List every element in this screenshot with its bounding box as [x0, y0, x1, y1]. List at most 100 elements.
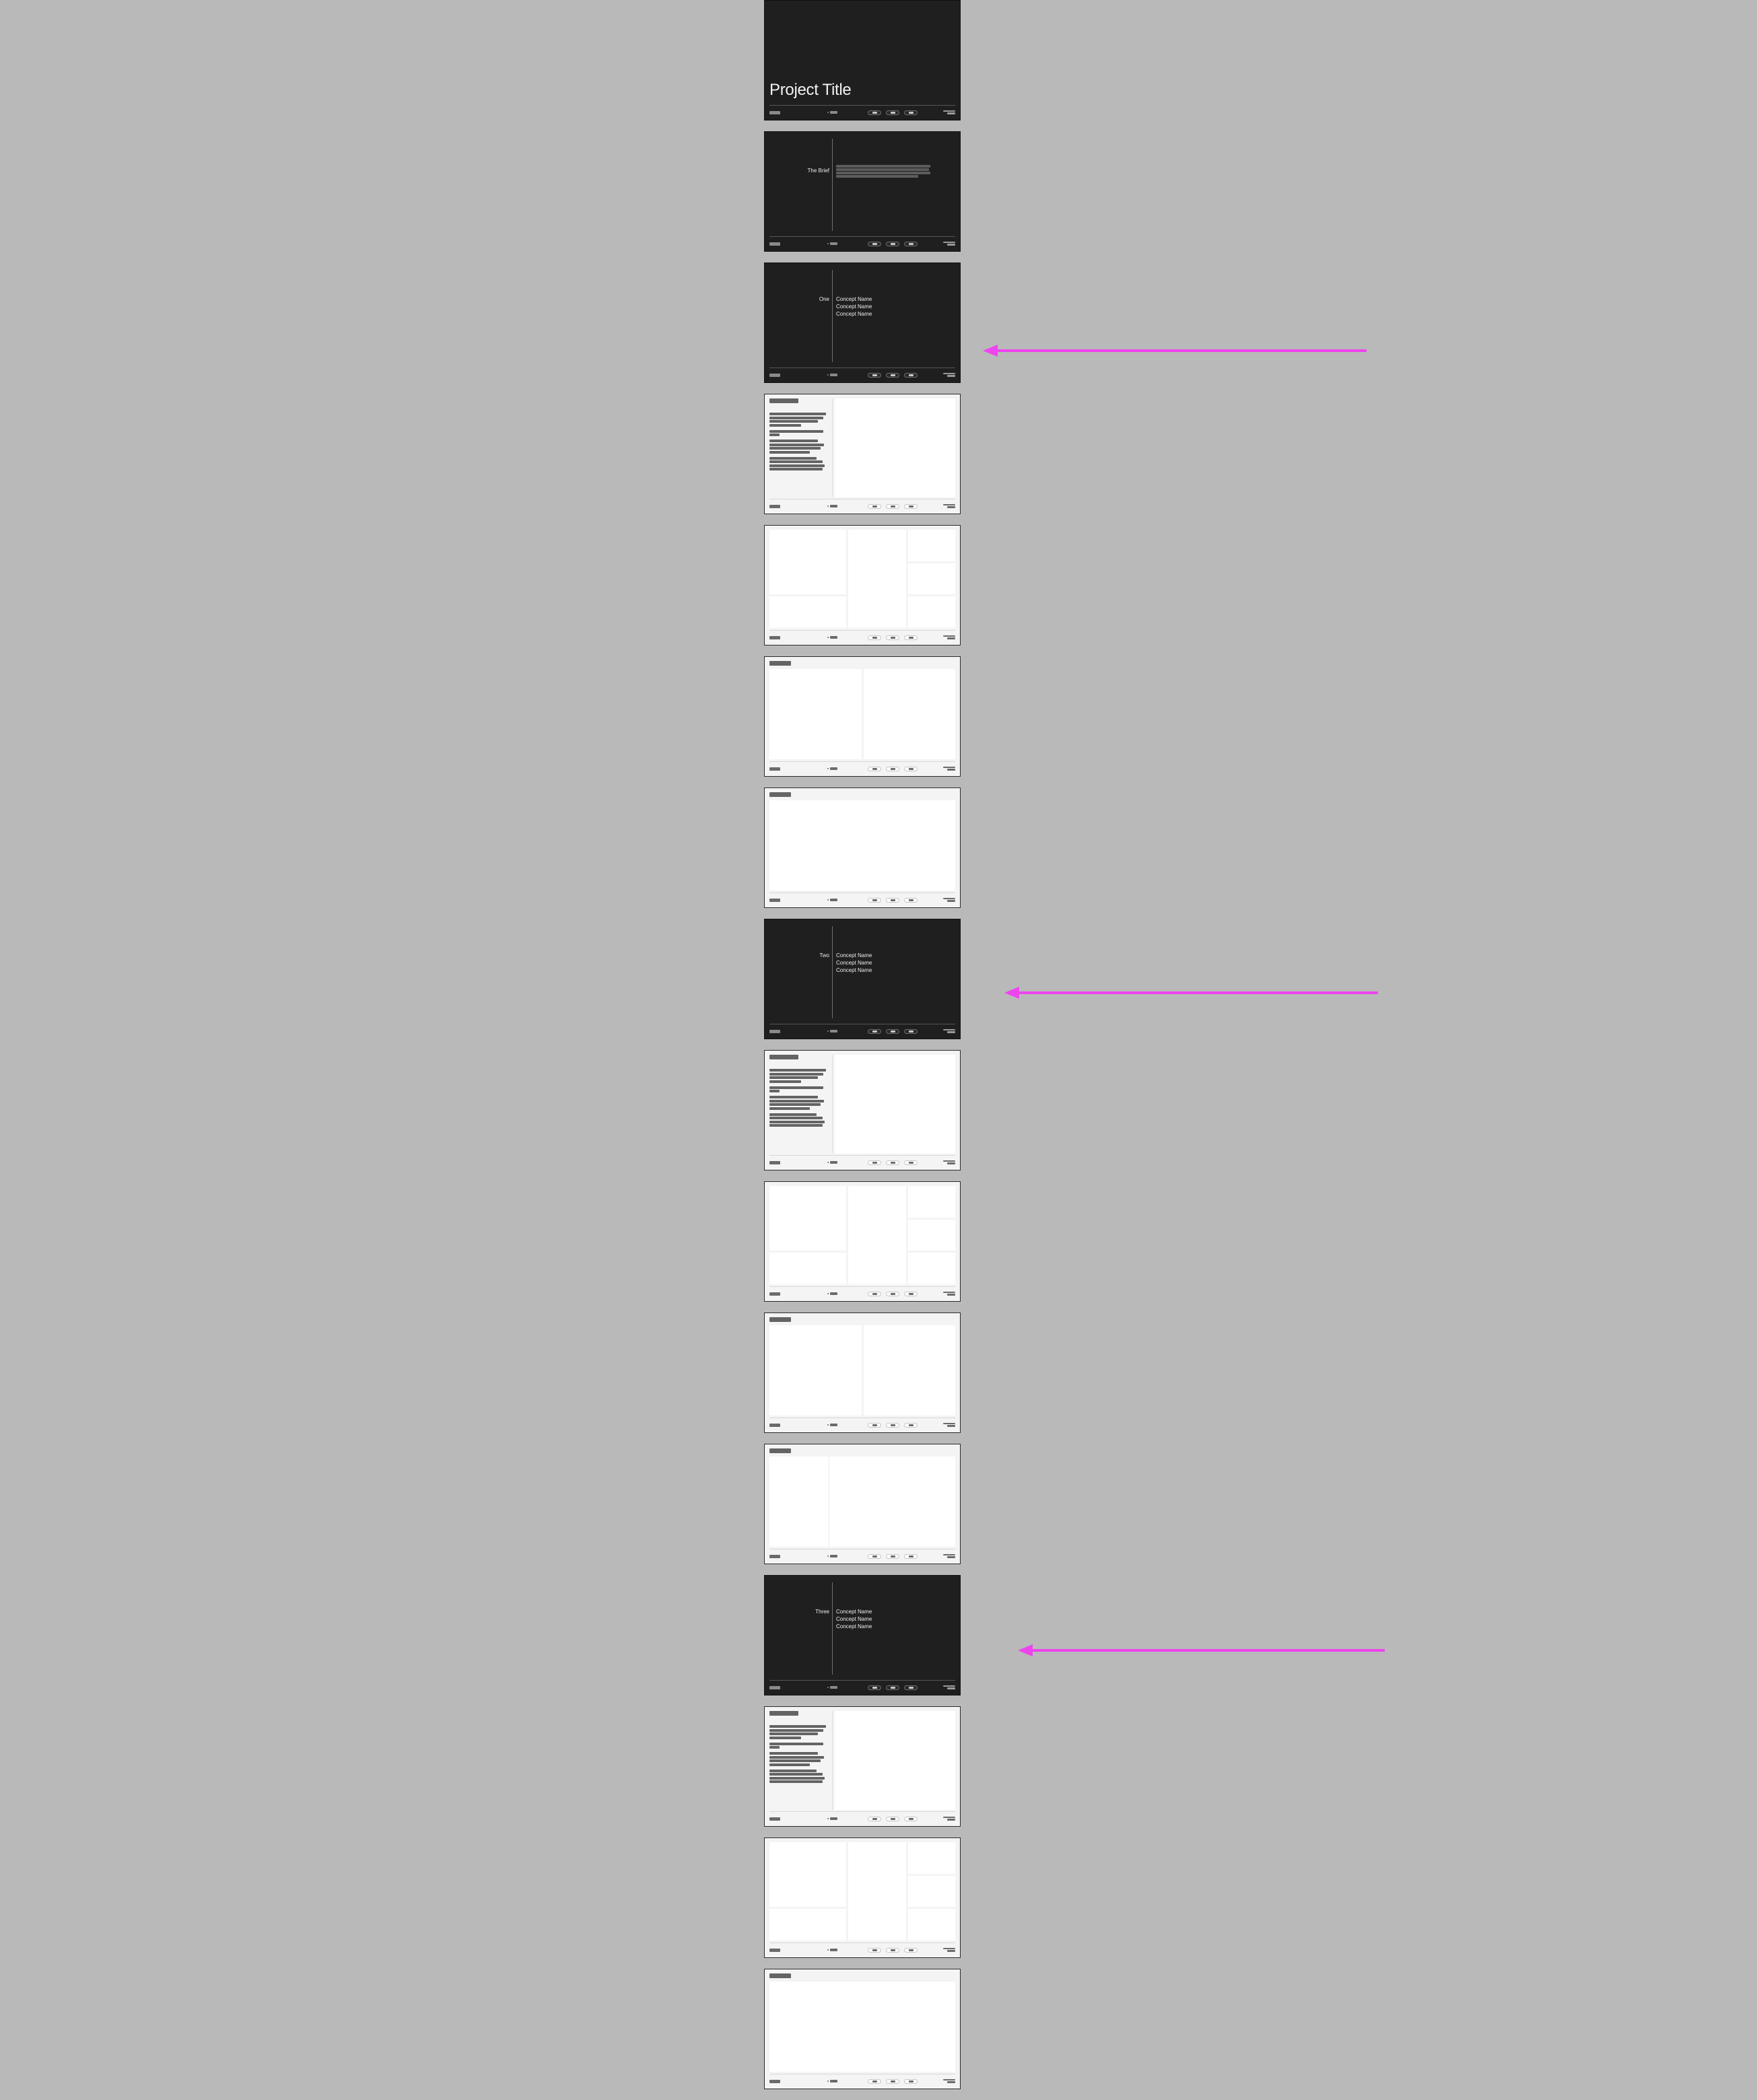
mosaic-cell[interactable] — [769, 530, 846, 595]
nav-pill-3[interactable] — [904, 110, 918, 115]
nav-pill-2[interactable] — [886, 1029, 899, 1034]
content-panel[interactable] — [835, 1711, 955, 1810]
nav-pill-3[interactable] — [904, 767, 918, 771]
nav-pill-3[interactable] — [904, 2079, 918, 2084]
nav-pill-1[interactable] — [868, 373, 881, 378]
mosaic-cell[interactable] — [769, 1909, 846, 1940]
footer-nav-pills[interactable] — [868, 1029, 918, 1034]
nav-pill-3[interactable] — [904, 1160, 918, 1165]
nav-pill-2[interactable] — [886, 110, 899, 115]
nav-pill-1[interactable] — [868, 635, 881, 640]
nav-pill-3[interactable] — [904, 1292, 918, 1296]
mosaic-cell[interactable] — [908, 563, 955, 595]
mosaic-cell[interactable] — [908, 1186, 955, 1218]
nav-pill-3[interactable] — [904, 898, 918, 903]
mosaic-cell[interactable] — [769, 1253, 846, 1284]
nav-pill-2[interactable] — [886, 1160, 899, 1165]
slide-two-panel[interactable] — [764, 1312, 961, 1433]
nav-pill-2[interactable] — [886, 1423, 899, 1428]
nav-pill-3[interactable] — [904, 1948, 918, 1953]
nav-pill-2[interactable] — [886, 2079, 899, 2084]
mosaic-cell[interactable] — [908, 1875, 955, 1908]
nav-pill-2[interactable] — [886, 1554, 899, 1559]
footer-nav-pills[interactable] — [868, 1817, 918, 1821]
nav-pill-1[interactable] — [868, 1160, 881, 1165]
nav-pill-2[interactable] — [886, 1817, 899, 1821]
nav-pill-2[interactable] — [886, 767, 899, 771]
nav-pill-1[interactable] — [868, 2079, 881, 2084]
mosaic-cell[interactable] — [908, 1842, 955, 1874]
mosaic-cell[interactable] — [848, 1842, 907, 1940]
mosaic-cell[interactable] — [908, 1909, 955, 1940]
content-panel[interactable] — [835, 398, 955, 497]
mosaic-cell[interactable] — [908, 530, 955, 561]
nav-pill-3[interactable] — [904, 1029, 918, 1034]
slide-mosaic[interactable] — [764, 525, 961, 645]
footer-nav-pills[interactable] — [868, 1554, 918, 1559]
nav-pill-1[interactable] — [868, 504, 881, 509]
footer-nav-pills[interactable] — [868, 898, 918, 903]
nav-pill-1[interactable] — [868, 767, 881, 771]
footer-nav-pills[interactable] — [868, 242, 918, 246]
slide-mosaic[interactable] — [764, 1838, 961, 1958]
slide-section-one[interactable]: One Concept Name Concept Name Concept Na… — [764, 262, 961, 383]
slide-text-panel[interactable] — [764, 1706, 961, 1827]
nav-pill-1[interactable] — [868, 1554, 881, 1559]
nav-pill-1[interactable] — [868, 1817, 881, 1821]
footer-nav-pills[interactable] — [868, 767, 918, 771]
nav-pill-3[interactable] — [904, 1685, 918, 1690]
mosaic-cell[interactable] — [908, 1219, 955, 1251]
footer-nav-pills[interactable] — [868, 1423, 918, 1428]
nav-pill-2[interactable] — [886, 1685, 899, 1690]
nav-pill-1[interactable] — [868, 898, 881, 903]
nav-pill-3[interactable] — [904, 1554, 918, 1559]
footer-nav-pills[interactable] — [868, 1948, 918, 1953]
nav-pill-2[interactable] — [886, 504, 899, 509]
slide-section-three[interactable]: Three Concept Name Concept Name Concept … — [764, 1575, 961, 1695]
nav-pill-1[interactable] — [868, 1292, 881, 1296]
nav-pill-2[interactable] — [886, 635, 899, 640]
mosaic-cell[interactable] — [908, 596, 955, 628]
mosaic-cell[interactable] — [769, 596, 846, 628]
nav-pill-2[interactable] — [886, 1948, 899, 1953]
nav-pill-2[interactable] — [886, 373, 899, 378]
content-panel[interactable] — [769, 669, 862, 759]
mosaic-cell[interactable] — [848, 1186, 907, 1284]
footer-nav-pills[interactable] — [868, 373, 918, 378]
slide-text-panel[interactable] — [764, 394, 961, 514]
mosaic-cell[interactable] — [848, 530, 907, 628]
slide-one-panel[interactable] — [764, 1444, 961, 1564]
nav-pill-2[interactable] — [886, 242, 899, 246]
nav-pill-1[interactable] — [868, 1948, 881, 1953]
footer-nav-pills[interactable] — [868, 110, 918, 115]
nav-pill-1[interactable] — [868, 1029, 881, 1034]
content-panel[interactable] — [769, 1325, 862, 1415]
nav-pill-2[interactable] — [886, 1292, 899, 1296]
nav-pill-3[interactable] — [904, 1817, 918, 1821]
slide-mosaic[interactable] — [764, 1181, 961, 1302]
slide-one-panel[interactable] — [764, 788, 961, 908]
slide-title[interactable]: Project Title — [764, 0, 961, 120]
content-panel[interactable] — [863, 669, 955, 759]
content-panel[interactable] — [769, 1457, 955, 1547]
nav-pill-1[interactable] — [868, 1423, 881, 1428]
slide-two-panel[interactable] — [764, 656, 961, 777]
mosaic-cell[interactable] — [908, 1253, 955, 1284]
nav-pill-1[interactable] — [868, 110, 881, 115]
mosaic-cell[interactable] — [769, 1186, 846, 1251]
content-subpanel[interactable] — [829, 1457, 955, 1547]
mosaic-cell[interactable] — [769, 1842, 846, 1908]
slide-brief[interactable]: The Brief — [764, 131, 961, 252]
nav-pill-2[interactable] — [886, 898, 899, 903]
nav-pill-1[interactable] — [868, 1685, 881, 1690]
footer-nav-pills[interactable] — [868, 2079, 918, 2084]
content-panel[interactable] — [835, 1055, 955, 1154]
slide-one-panel[interactable] — [764, 1969, 961, 2089]
nav-pill-3[interactable] — [904, 635, 918, 640]
nav-pill-1[interactable] — [868, 242, 881, 246]
footer-nav-pills[interactable] — [868, 1160, 918, 1165]
content-subpanel[interactable] — [769, 1457, 829, 1547]
nav-pill-3[interactable] — [904, 373, 918, 378]
footer-nav-pills[interactable] — [868, 1292, 918, 1296]
footer-nav-pills[interactable] — [868, 504, 918, 509]
